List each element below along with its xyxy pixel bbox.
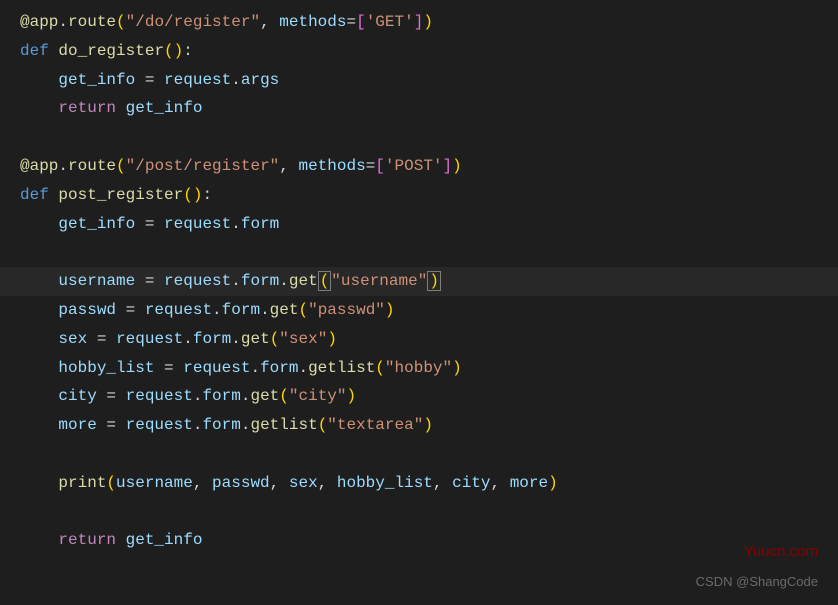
watermark-csdn: CSDN @ShangCode [696, 570, 818, 593]
code-line-13: hobby_list = request.form.getlist("hobby… [20, 354, 818, 383]
bracket-highlight-close: ) [427, 271, 441, 291]
code-line-1: @app.route("/do/register", methods=['GET… [20, 8, 818, 37]
decorator-at: @app [20, 13, 58, 31]
code-line-3: get_info = request.args [20, 66, 818, 95]
code-line-4: return get_info [20, 94, 818, 123]
code-line-blank2 [20, 238, 818, 267]
code-line-17: print(username, passwd, sex, hobby_list,… [20, 469, 818, 498]
bracket-highlight-open: ( [318, 271, 332, 291]
code-editor[interactable]: @app.route("/do/register", methods=['GET… [20, 8, 818, 555]
code-line-19: return get_info [20, 526, 818, 555]
watermark-yuucn: Yuucn.com [744, 538, 818, 565]
code-line-blank4 [20, 498, 818, 527]
code-line-blank1 [20, 123, 818, 152]
code-line-2: def do_register(): [20, 37, 818, 66]
code-line-15: more = request.form.getlist("textarea") [20, 411, 818, 440]
code-line-14: city = request.form.get("city") [20, 382, 818, 411]
code-line-7: def post_register(): [20, 181, 818, 210]
code-line-8: get_info = request.form [20, 210, 818, 239]
code-line-blank3 [20, 440, 818, 469]
code-line-6: @app.route("/post/register", methods=['P… [20, 152, 818, 181]
code-line-10-highlighted: username = request.form.get("username") [0, 267, 838, 296]
code-line-12: sex = request.form.get("sex") [20, 325, 818, 354]
code-line-11: passwd = request.form.get("passwd") [20, 296, 818, 325]
